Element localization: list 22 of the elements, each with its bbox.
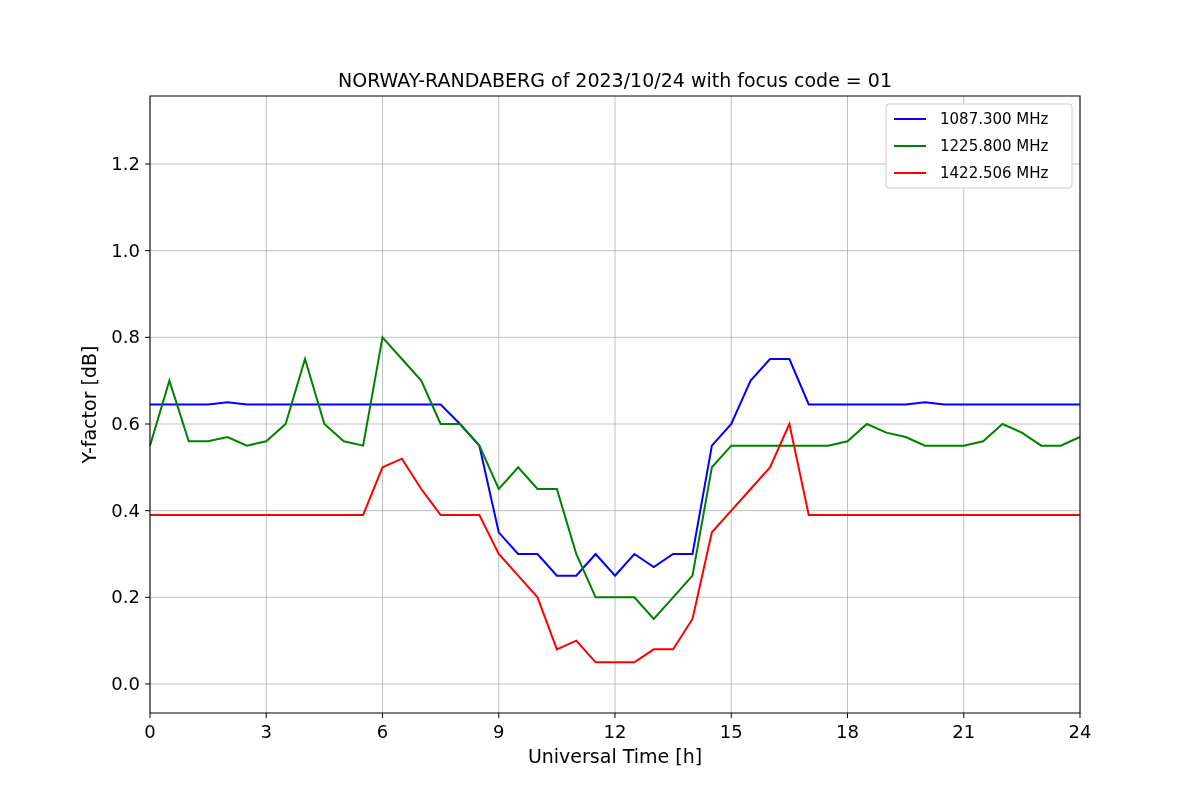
x-tick-label: 9 xyxy=(493,721,505,742)
y-tick-label: 0.8 xyxy=(111,326,140,348)
y-tick-label: 0.6 xyxy=(111,413,140,434)
y-tick-label: 1.2 xyxy=(111,153,140,175)
x-tick-label: 21 xyxy=(952,721,976,742)
x-tick-label: 24 xyxy=(1068,721,1092,742)
x-tick-label: 6 xyxy=(376,721,389,742)
legend-label: 1087.300 MHz xyxy=(940,110,1049,128)
y-tick-label: 1.0 xyxy=(111,239,140,261)
x-tick-label: 15 xyxy=(719,721,743,742)
y-tick-label: 0.2 xyxy=(111,586,140,608)
legend-label: 1422.506 MHz xyxy=(940,164,1049,182)
chart-title: NORWAY-RANDABERG of 2023/10/24 with focus code = 01 xyxy=(338,69,892,91)
x-axis-label: Universal Time [h] xyxy=(527,745,703,767)
x-tick-label: 12 xyxy=(603,721,627,742)
x-tick-label: 3 xyxy=(260,721,272,742)
y-tick-label: 0.0 xyxy=(111,672,140,694)
x-tick-label: 18 xyxy=(836,721,859,742)
legend-label: 1225.800 MHz xyxy=(940,137,1049,155)
x-tick-label: 0 xyxy=(144,721,156,742)
y-axis-label: Y-factor [dB] xyxy=(78,345,100,464)
y-tick-label: 0.4 xyxy=(111,499,140,521)
